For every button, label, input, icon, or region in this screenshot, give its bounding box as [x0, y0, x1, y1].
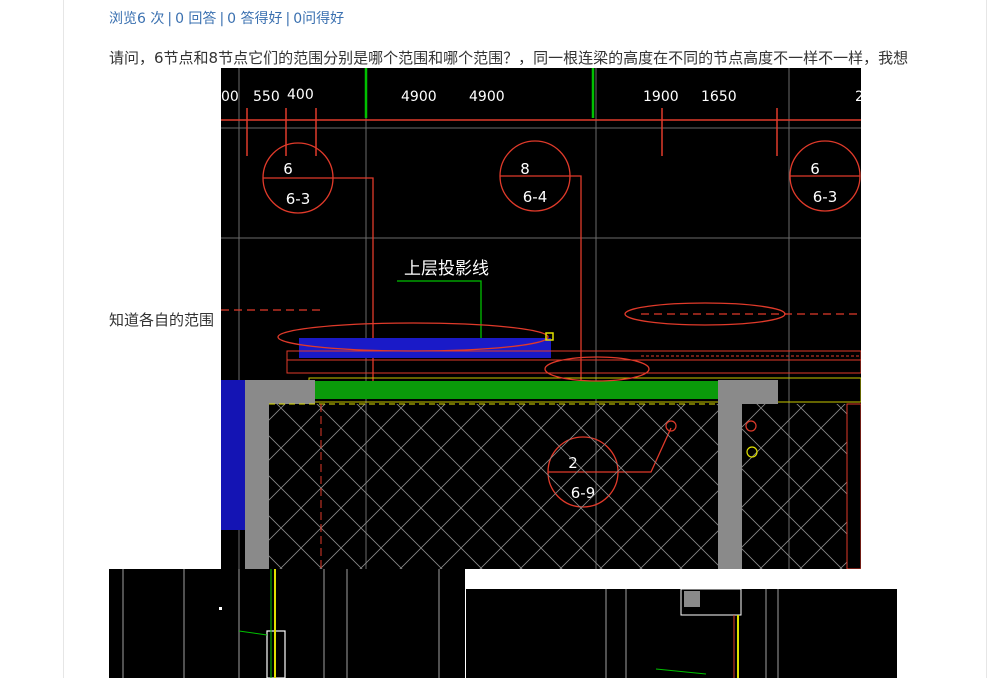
cad-drawing-image[interactable]: 00 550 400 4900 4900 1900 1650 2 6 6-3 8…	[221, 68, 864, 570]
answers-link[interactable]: 0 回答	[175, 11, 216, 27]
question-page: 浏览6 次 | 0 回答 | 0 答得好 | 0问得好 请问，6节点和8节点它们的范围分别是…	[0, 0, 1004, 679]
cad-detail-svg-1	[109, 569, 465, 679]
callout-number: 6	[283, 160, 293, 178]
cad-detail-image-2[interactable]	[466, 588, 897, 678]
cad-detail-image-1[interactable]	[109, 569, 465, 679]
green-beam	[313, 381, 720, 399]
dim-label: 1650	[701, 89, 737, 105]
callout-number: 6	[810, 160, 820, 178]
good-answers-link[interactable]: 0 答得好	[227, 11, 282, 27]
callout-sheet: 6-3	[286, 190, 311, 208]
right-border	[986, 0, 987, 678]
question-stats: 浏览6 次 | 0 回答 | 0 答得好 | 0问得好	[109, 8, 344, 28]
question-text-line1: 请问，6节点和8节点它们的范围分别是哪个范围和哪个范围？，同一根连梁的高度在不同…	[109, 49, 909, 67]
cad-detail-svg-2	[466, 588, 897, 678]
dim-label: 550	[253, 89, 280, 105]
dim-label: 00	[221, 89, 239, 105]
dim-label: 2	[855, 89, 861, 105]
image-gap	[466, 569, 897, 589]
projection-line-label: 上层投影线	[404, 259, 489, 279]
dim-label: 4900	[469, 89, 505, 105]
callout-sheet: 6-3	[813, 188, 838, 206]
stats-separator: |	[167, 11, 173, 27]
left-border	[63, 0, 64, 678]
dim-label: 4900	[401, 89, 437, 105]
stats-separator: |	[285, 11, 291, 27]
views-link[interactable]: 浏览6 次	[109, 11, 164, 27]
stats-separator: |	[219, 11, 225, 27]
question-text-line2: 知道各自的范围	[109, 311, 215, 329]
good-questions-link[interactable]: 0问得好	[293, 11, 344, 27]
dim-label: 400	[287, 87, 314, 103]
dim-label: 1900	[643, 89, 679, 105]
callout-sheet: 6-4	[523, 188, 548, 206]
callout-number: 8	[520, 160, 530, 178]
cad-drawing-svg: 00 550 400 4900 4900 1900 1650 2 6 6-3 8…	[221, 68, 864, 570]
